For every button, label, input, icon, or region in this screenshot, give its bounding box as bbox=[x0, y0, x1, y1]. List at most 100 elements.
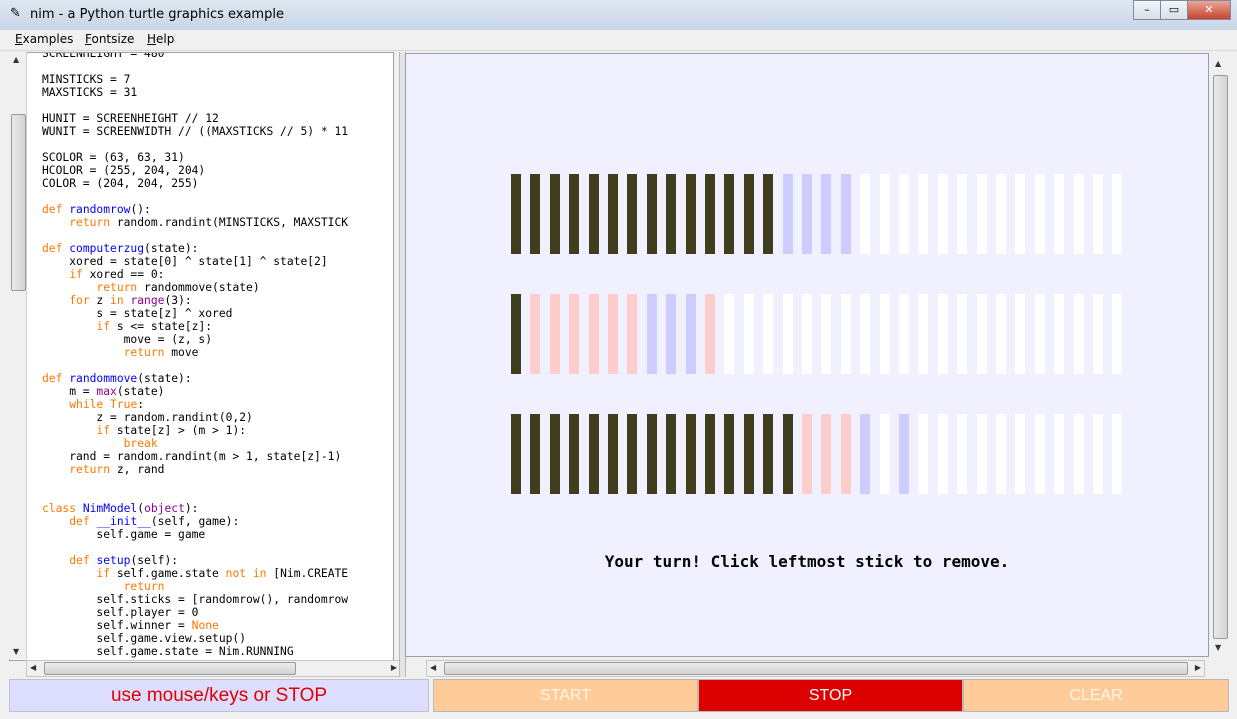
nim-stick[interactable] bbox=[918, 294, 929, 374]
nim-stick[interactable] bbox=[588, 174, 599, 254]
nim-stick[interactable] bbox=[1073, 294, 1084, 374]
nim-stick[interactable] bbox=[1015, 174, 1026, 254]
nim-stick[interactable] bbox=[666, 174, 677, 254]
nim-stick[interactable] bbox=[530, 414, 541, 494]
scroll-up-arrow-icon[interactable]: ▲ bbox=[13, 55, 19, 64]
minimize-button[interactable]: – bbox=[1133, 0, 1161, 20]
nim-stick[interactable] bbox=[782, 414, 793, 494]
nim-stick[interactable] bbox=[627, 414, 638, 494]
nim-stick[interactable] bbox=[743, 414, 754, 494]
nim-stick[interactable] bbox=[1034, 414, 1045, 494]
nim-stick[interactable] bbox=[802, 174, 812, 254]
nim-stick[interactable] bbox=[821, 294, 832, 374]
nim-stick[interactable] bbox=[957, 294, 968, 374]
nim-stick[interactable] bbox=[627, 174, 638, 254]
nim-stick[interactable] bbox=[899, 174, 909, 254]
nim-stick[interactable] bbox=[821, 174, 832, 254]
nim-stick[interactable] bbox=[1112, 294, 1123, 374]
nim-stick[interactable] bbox=[782, 174, 793, 254]
editor-hscroll-thumb[interactable] bbox=[44, 662, 296, 675]
nim-stick[interactable] bbox=[1015, 294, 1026, 374]
nim-stick[interactable] bbox=[608, 414, 618, 494]
nim-stick[interactable] bbox=[1093, 294, 1103, 374]
nim-stick[interactable] bbox=[782, 294, 793, 374]
nim-stick[interactable] bbox=[1015, 414, 1026, 494]
nim-stick[interactable] bbox=[996, 414, 1006, 494]
editor-horizontal-scrollbar[interactable]: ◀ ▶ bbox=[26, 660, 401, 677]
nim-stick[interactable] bbox=[937, 174, 948, 254]
nim-stick[interactable] bbox=[976, 414, 987, 494]
nim-stick[interactable] bbox=[957, 414, 968, 494]
nim-stick[interactable] bbox=[627, 294, 638, 374]
nim-stick[interactable] bbox=[1054, 414, 1065, 494]
nim-stick[interactable] bbox=[511, 174, 521, 254]
turtle-canvas[interactable]: Your turn! Click leftmost stick to remov… bbox=[405, 53, 1209, 657]
close-button[interactable]: ✕ bbox=[1187, 0, 1231, 20]
nim-stick[interactable] bbox=[1112, 174, 1123, 254]
nim-stick[interactable] bbox=[608, 294, 618, 374]
nim-stick[interactable] bbox=[802, 294, 812, 374]
nim-stick[interactable] bbox=[957, 174, 968, 254]
canvas-vertical-scrollbar[interactable]: ▲ ▼ bbox=[1211, 53, 1228, 657]
nim-stick[interactable] bbox=[743, 174, 754, 254]
nim-stick[interactable] bbox=[1034, 294, 1045, 374]
nim-stick[interactable] bbox=[511, 294, 521, 374]
nim-stick[interactable] bbox=[802, 414, 812, 494]
nim-stick[interactable] bbox=[569, 174, 580, 254]
code-editor[interactable]: SCREENHEIGHT = 480 MINSTICKS = 7 MAXSTIC… bbox=[9, 52, 394, 661]
clear-button[interactable]: CLEAR bbox=[963, 679, 1229, 712]
canvas-scroll-left-arrow-icon[interactable]: ◀ bbox=[430, 663, 436, 672]
nim-stick[interactable] bbox=[918, 414, 929, 494]
nim-stick[interactable] bbox=[646, 174, 657, 254]
nim-stick[interactable] bbox=[996, 294, 1006, 374]
nim-stick[interactable] bbox=[588, 294, 599, 374]
canvas-scroll-right-arrow-icon[interactable]: ▶ bbox=[1195, 663, 1201, 672]
nim-stick[interactable] bbox=[1093, 414, 1103, 494]
scroll-left-arrow-icon[interactable]: ◀ bbox=[30, 663, 36, 672]
maximize-button[interactable]: ▭ bbox=[1160, 0, 1188, 20]
nim-stick[interactable] bbox=[976, 294, 987, 374]
canvas-scroll-thumb[interactable] bbox=[1213, 75, 1228, 639]
nim-stick[interactable] bbox=[685, 414, 696, 494]
nim-stick[interactable] bbox=[860, 294, 871, 374]
nim-stick[interactable] bbox=[1054, 174, 1065, 254]
menu-examples[interactable]: Examples bbox=[15, 32, 73, 46]
nim-stick[interactable] bbox=[588, 414, 599, 494]
canvas-scroll-down-arrow-icon[interactable]: ▼ bbox=[1215, 643, 1221, 652]
nim-stick[interactable] bbox=[549, 174, 560, 254]
nim-stick[interactable] bbox=[511, 414, 521, 494]
nim-stick[interactable] bbox=[685, 174, 696, 254]
nim-stick[interactable] bbox=[530, 294, 541, 374]
nim-stick[interactable] bbox=[763, 414, 774, 494]
canvas-scroll-up-arrow-icon[interactable]: ▲ bbox=[1215, 59, 1221, 68]
nim-stick[interactable] bbox=[918, 174, 929, 254]
nim-stick[interactable] bbox=[860, 414, 871, 494]
nim-stick[interactable] bbox=[1073, 414, 1084, 494]
nim-stick[interactable] bbox=[569, 294, 580, 374]
canvas-hscroll-thumb[interactable] bbox=[444, 662, 1188, 675]
nim-stick[interactable] bbox=[899, 294, 909, 374]
nim-stick[interactable] bbox=[879, 174, 890, 254]
nim-stick[interactable] bbox=[1093, 174, 1103, 254]
nim-stick[interactable] bbox=[724, 414, 735, 494]
scroll-down-arrow-icon[interactable]: ▼ bbox=[13, 647, 19, 656]
nim-stick[interactable] bbox=[821, 414, 832, 494]
nim-stick[interactable] bbox=[763, 174, 774, 254]
nim-stick[interactable] bbox=[937, 414, 948, 494]
start-button[interactable]: START bbox=[433, 679, 698, 712]
nim-stick[interactable] bbox=[608, 174, 618, 254]
canvas-horizontal-scrollbar[interactable]: ◀ ▶ bbox=[426, 660, 1205, 677]
nim-stick[interactable] bbox=[705, 414, 715, 494]
nim-stick[interactable] bbox=[705, 174, 715, 254]
editor-scroll-thumb[interactable] bbox=[11, 114, 26, 291]
nim-stick[interactable] bbox=[1034, 174, 1045, 254]
nim-stick[interactable] bbox=[937, 294, 948, 374]
nim-stick[interactable] bbox=[666, 294, 677, 374]
nim-stick[interactable] bbox=[646, 414, 657, 494]
nim-stick[interactable] bbox=[549, 294, 560, 374]
nim-stick[interactable] bbox=[724, 294, 735, 374]
nim-stick[interactable] bbox=[840, 174, 851, 254]
nim-stick[interactable] bbox=[1054, 294, 1065, 374]
nim-stick[interactable] bbox=[646, 294, 657, 374]
nim-stick[interactable] bbox=[685, 294, 696, 374]
